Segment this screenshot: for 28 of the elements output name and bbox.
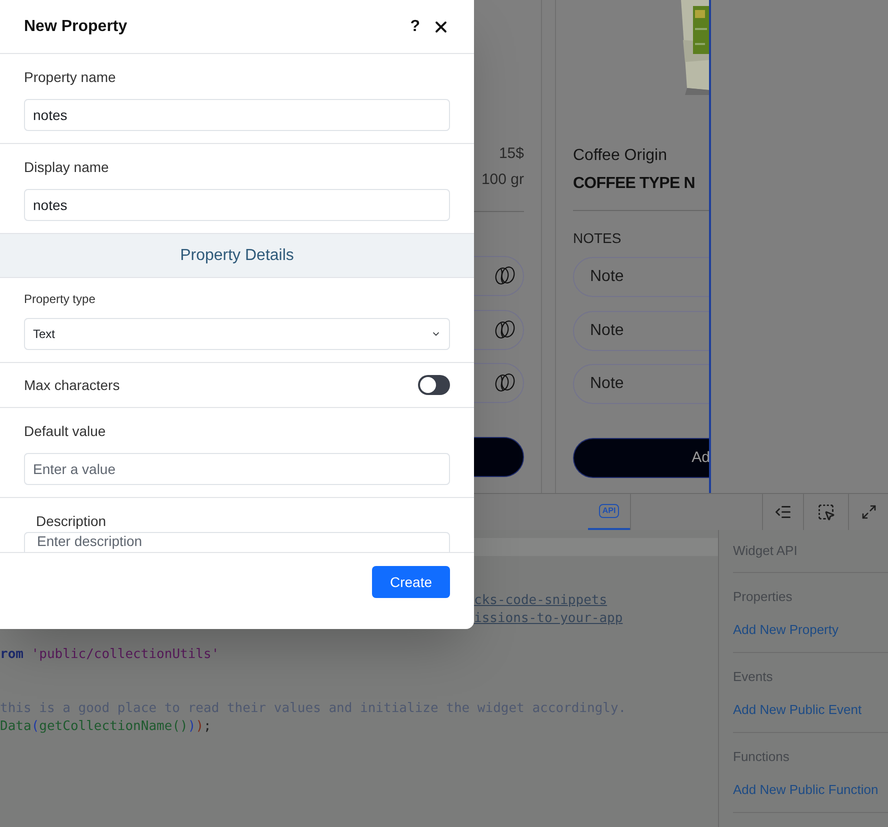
field-label: Default value <box>24 422 107 441</box>
text-field[interactable]: notes <box>24 189 450 221</box>
section-header: Property Details <box>0 234 474 278</box>
price: 15$ <box>498 144 524 164</box>
text-field[interactable]: notes <box>24 99 450 131</box>
expand-icon[interactable] <box>860 504 876 520</box>
notes-heading: NOTES <box>573 229 622 248</box>
field-label: Display name <box>24 158 110 177</box>
dialog-title: New Property <box>24 16 128 36</box>
field-label: Property type <box>24 291 96 307</box>
select-element-icon[interactable] <box>817 503 835 521</box>
coffee-origin: Coffee Origin <box>573 146 668 166</box>
type-dropdown[interactable]: Text <box>24 318 450 350</box>
add-button[interactable]: Ad <box>573 438 709 478</box>
code-line: rom 'public/collectionUtils' <box>0 646 220 664</box>
toggle-switch[interactable] <box>418 375 450 395</box>
help-button[interactable]: ? <box>410 14 420 38</box>
field-label: Max characters <box>24 376 120 394</box>
create-button[interactable]: Create <box>372 566 450 598</box>
code-line: cks-code-snippets <box>473 592 608 610</box>
weight: 100 gr <box>481 170 524 190</box>
coffee-type: COFFEE TYPE N <box>573 174 696 194</box>
field-label: Property name <box>24 68 117 87</box>
code-line: issions-to-your-app <box>473 610 623 628</box>
text-field[interactable]: Enter a value <box>24 453 450 485</box>
indent-icon[interactable] <box>774 503 792 521</box>
code-line: Data(getCollectionName())); <box>0 718 212 736</box>
field-label: Description <box>35 512 108 531</box>
